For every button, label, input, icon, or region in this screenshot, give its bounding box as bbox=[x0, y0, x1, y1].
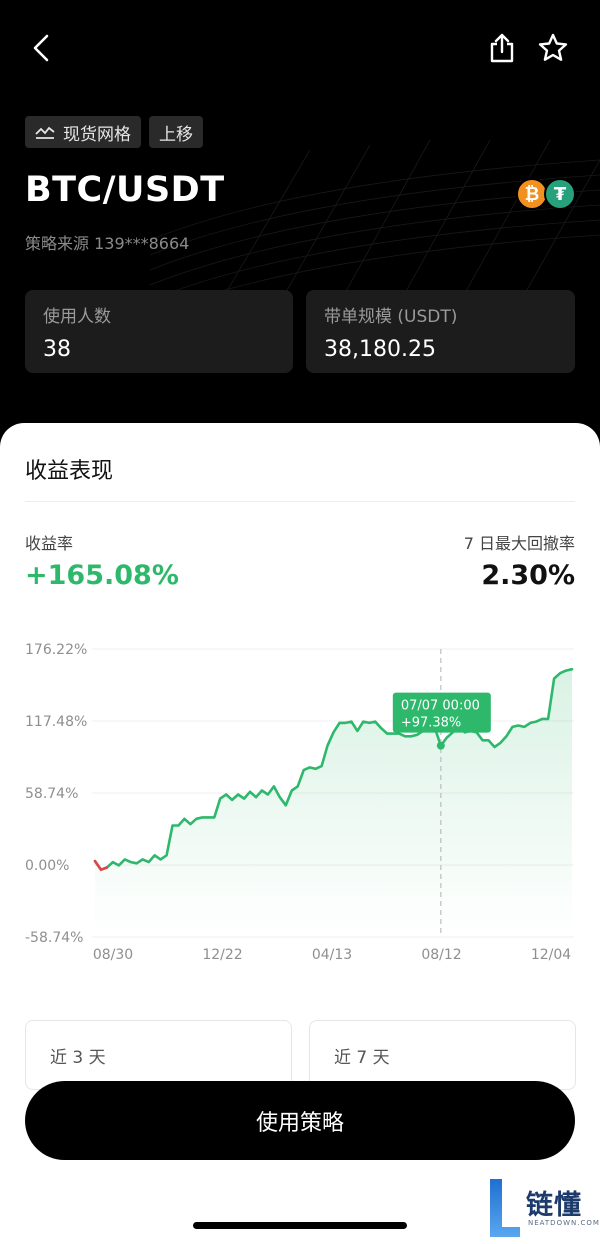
x-tick-label: 04/13 bbox=[312, 947, 352, 963]
y-tick-label: 117.48% bbox=[25, 714, 87, 730]
share-icon[interactable] bbox=[482, 28, 522, 68]
coin-icons: ₿ ₮ bbox=[516, 178, 580, 212]
back-icon[interactable] bbox=[22, 28, 62, 68]
top-bar bbox=[0, 0, 600, 100]
direction-label: 上移 bbox=[159, 124, 193, 145]
x-tick-label: 12/22 bbox=[202, 947, 242, 963]
x-tick-label: 12/04 bbox=[531, 947, 571, 963]
section-title: 收益表现 bbox=[25, 459, 114, 484]
y-tick-label: 0.00% bbox=[25, 858, 69, 874]
tooltip-date: 07/07 00:00 bbox=[401, 699, 480, 714]
y-tick-label: 58.74% bbox=[25, 786, 78, 802]
home-indicator bbox=[193, 1222, 407, 1229]
grid-chart-icon bbox=[35, 124, 55, 140]
x-tick-label: 08/30 bbox=[93, 947, 133, 963]
strategy-type-tag: 现货网格 bbox=[25, 116, 141, 148]
range-3d-card[interactable]: 近 3 天 bbox=[25, 1020, 292, 1090]
y-tick-label: -58.74% bbox=[25, 930, 83, 946]
range-3d-label: 近 3 天 bbox=[50, 1048, 106, 1068]
watermark-text: 链懂 bbox=[526, 1190, 582, 1221]
return-chart[interactable]: 176.22% 117.48% 58.74% 0.00% -58.74% 08/30 12… bbox=[0, 633, 600, 973]
star-icon[interactable] bbox=[533, 28, 573, 68]
watermark-l-icon bbox=[490, 1179, 520, 1237]
users-value: 38 bbox=[43, 337, 71, 362]
range-7d-card[interactable]: 近 7 天 bbox=[309, 1020, 576, 1090]
y-tick-label: 176.22% bbox=[25, 642, 87, 658]
tooltip-marker bbox=[436, 741, 445, 750]
drawdown-label: 7 日最大回撤率 bbox=[463, 534, 575, 553]
tooltip-value: +97.38% bbox=[401, 716, 461, 731]
tooltip: 07/07 00:00 +97.38% bbox=[392, 692, 491, 733]
return-label: 收益率 bbox=[25, 534, 74, 553]
divider bbox=[25, 501, 575, 502]
volume-value: 38,180.25 bbox=[324, 337, 436, 362]
tag-row: 现货网格 上移 bbox=[25, 116, 203, 148]
x-tick-label: 08/12 bbox=[421, 947, 461, 963]
volume-card: 带单规模 (USDT) 38,180.25 bbox=[306, 290, 575, 373]
volume-label: 带单规模 (USDT) bbox=[324, 307, 458, 327]
direction-tag: 上移 bbox=[149, 116, 203, 148]
strategy-source: 策略来源 139***8664 bbox=[25, 234, 190, 253]
range-7d-label: 近 7 天 bbox=[334, 1048, 390, 1068]
use-strategy-button[interactable]: 使用策略 bbox=[25, 1081, 575, 1160]
pair-title: BTC/USDT bbox=[25, 170, 225, 210]
series-area bbox=[95, 669, 572, 937]
drawdown-value: 2.30% bbox=[481, 560, 575, 591]
strategy-type-label: 现货网格 bbox=[63, 124, 131, 145]
watermark-logo: 链懂 NEATDOWN.COM bbox=[486, 1175, 599, 1241]
return-value: +165.08% bbox=[25, 560, 179, 591]
usdt-icon: ₮ bbox=[544, 178, 576, 210]
users-card: 使用人数 38 bbox=[25, 290, 293, 373]
watermark-subtext: NEATDOWN.COM bbox=[528, 1219, 600, 1227]
users-label: 使用人数 bbox=[43, 307, 111, 327]
